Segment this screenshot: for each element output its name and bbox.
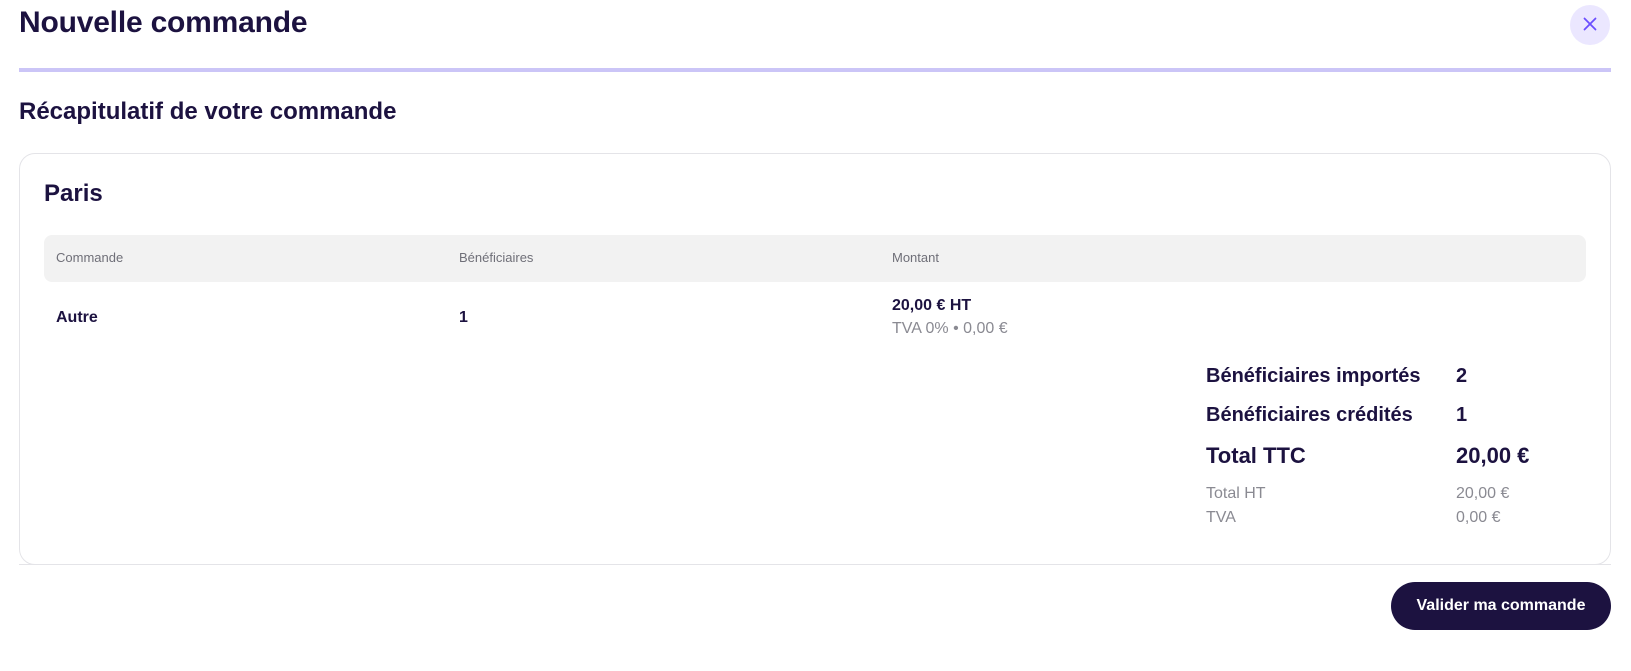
column-header-amount: Montant (892, 250, 939, 265)
total-ht-value: 20,00 € (1456, 485, 1510, 502)
credited-beneficiaries-line: Bénéficiaires crédités 1 (1206, 404, 1586, 436)
imported-beneficiaries-value: 2 (1456, 365, 1468, 387)
imported-beneficiaries-line: Bénéficiaires importés 2 (1206, 365, 1586, 397)
tva-value: 0,00 € (1456, 509, 1501, 526)
validate-order-button[interactable]: Valider ma commande (1391, 582, 1611, 630)
credited-beneficiaries-label: Bénéficiaires crédités (1206, 404, 1413, 426)
footer-divider (19, 564, 1611, 565)
table-header: Commande Bénéficiaires Montant (44, 235, 1586, 282)
table-row: Autre 1 20,00 € HT TVA 0% • 0,00 € (44, 282, 1586, 352)
row-vat: TVA 0% • 0,00 € (892, 320, 1008, 337)
total-ttc-line: Total TTC 20,00 € (1206, 443, 1586, 475)
column-header-command: Commande (56, 250, 124, 265)
modal-title: Nouvelle commande (19, 6, 308, 39)
new-order-modal: Nouvelle commande Récapitulatif de votre… (0, 0, 1631, 671)
column-header-beneficiaries: Bénéficiaires (459, 250, 534, 265)
order-summary-card: Paris Commande Bénéficiaires Montant Aut… (19, 153, 1611, 565)
header-divider (19, 68, 1611, 72)
tva-label: TVA (1206, 509, 1236, 526)
card-title: Paris (44, 180, 103, 207)
credited-beneficiaries-value: 1 (1456, 404, 1468, 426)
row-command: Autre (56, 309, 98, 326)
total-ttc-value: 20,00 € (1456, 443, 1530, 468)
row-amount: 20,00 € HT (892, 297, 972, 314)
imported-beneficiaries-label: Bénéficiaires importés (1206, 365, 1421, 387)
row-beneficiaries: 1 (459, 309, 468, 326)
summary-title: Récapitulatif de votre commande (19, 98, 397, 125)
total-ttc-label: Total TTC (1206, 443, 1306, 468)
close-icon (1582, 16, 1598, 35)
close-button[interactable] (1570, 5, 1610, 45)
tva-line: TVA 0,00 € (1206, 509, 1586, 541)
total-ht-label: Total HT (1206, 485, 1266, 502)
